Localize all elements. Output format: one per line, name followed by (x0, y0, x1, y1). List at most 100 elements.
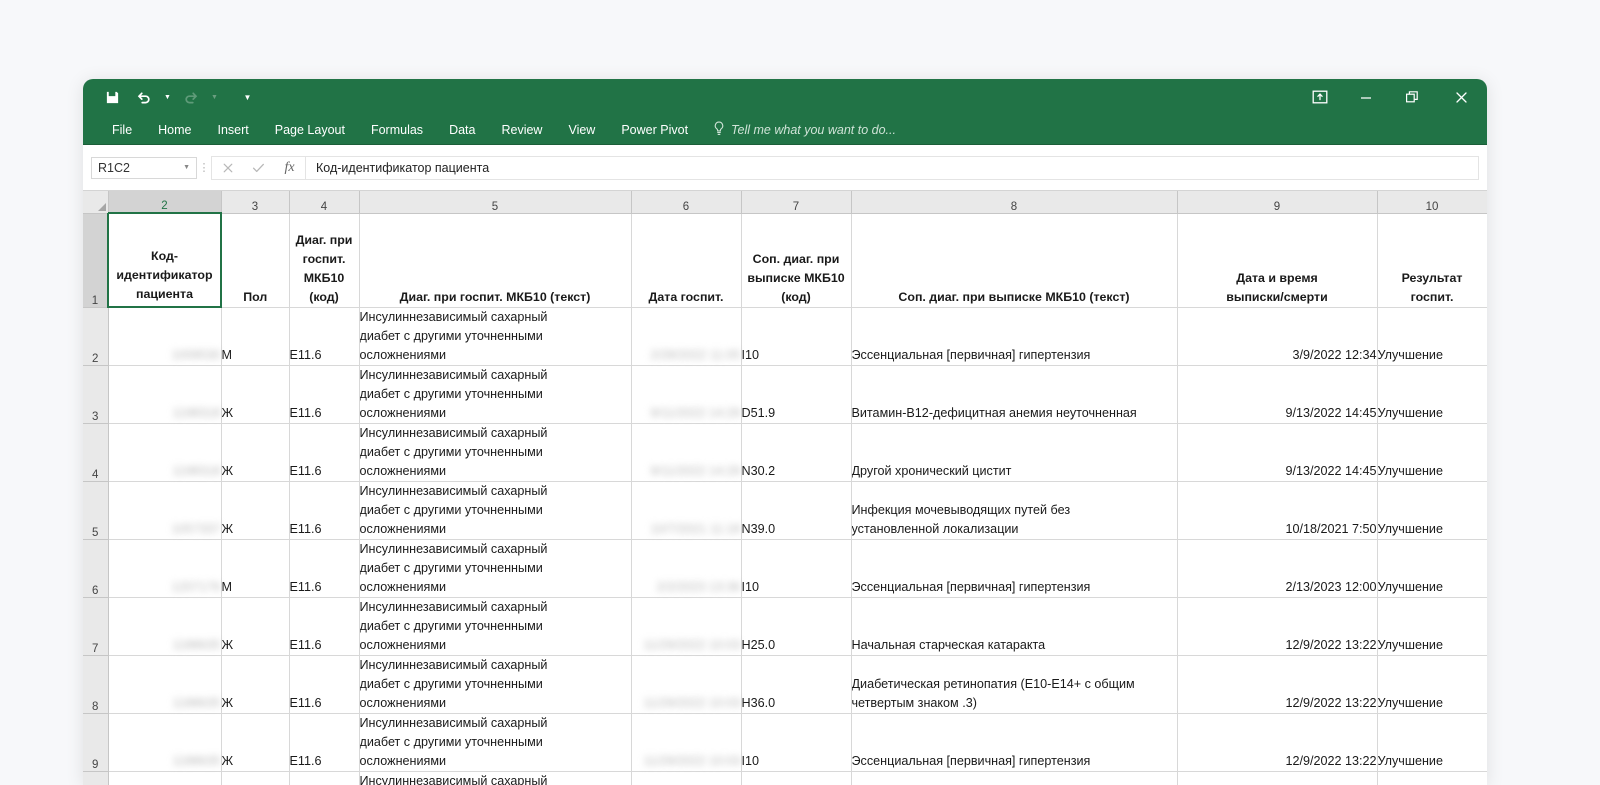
cell-result[interactable]: Улучшение (1377, 481, 1487, 540)
cell-patient-id[interactable]: 1188635 (108, 713, 222, 772)
cell-discharge-date[interactable] (1177, 771, 1378, 785)
column-header-9[interactable]: 9 (1177, 191, 1378, 214)
column-header-7[interactable]: 7 (741, 191, 852, 214)
cell-admission-code[interactable] (289, 771, 360, 785)
cell-admission-code[interactable]: E11.6 (289, 481, 360, 540)
header-cell-result[interactable]: Результат госпит. (1377, 213, 1487, 308)
cell-admission-date[interactable]: 11/29/2022 10:03 (631, 597, 742, 656)
cell-patient-id[interactable]: 1198318 (108, 423, 222, 482)
cell-discharge-code[interactable]: H25.0 (741, 597, 852, 656)
tab-power-pivot[interactable]: Power Pivot (608, 115, 701, 145)
cell-discharge-code[interactable]: I10 (741, 713, 852, 772)
column-header-4[interactable]: 4 (289, 191, 360, 214)
row-header-10[interactable] (83, 771, 109, 785)
cell-admission-date[interactable]: 11/29/2022 10:03 (631, 713, 742, 772)
cell-gender[interactable]: Ж (221, 655, 290, 714)
cell-discharge-text[interactable]: Начальная старческая катаракта (851, 597, 1178, 656)
cell-gender[interactable]: Ж (221, 365, 290, 424)
cell-discharge-date[interactable]: 12/9/2022 13:22 (1177, 655, 1378, 714)
cell-patient-id[interactable]: 1188635 (108, 597, 222, 656)
select-all-corner[interactable] (83, 191, 109, 214)
column-header-10[interactable]: 10 (1377, 191, 1487, 214)
cell-discharge-date[interactable]: 9/13/2022 14:45 (1177, 365, 1378, 424)
cell-admission-date[interactable]: 2/28/2022 11:05 (631, 307, 742, 366)
tab-file[interactable]: File (99, 115, 145, 145)
row-header-2[interactable]: 2 (83, 307, 109, 366)
close-button[interactable] (1435, 79, 1487, 115)
cell-admission-date[interactable] (631, 771, 742, 785)
header-cell-admission-date[interactable]: Дата госпит. (631, 213, 742, 308)
formula-input[interactable]: Код-идентификатор пациента (305, 155, 1479, 180)
cell-admission-code[interactable]: E11.6 (289, 539, 360, 598)
tab-view[interactable]: View (555, 115, 608, 145)
enter-icon[interactable] (243, 157, 274, 179)
cell-admission-text[interactable]: Инсулиннезависимый сахарный диабет с дру… (359, 655, 632, 714)
cell-admission-text[interactable]: Инсулиннезависимый сахарный диабет с дру… (359, 713, 632, 772)
cell-result[interactable]: Улучшение (1377, 539, 1487, 598)
cell-discharge-date[interactable]: 9/13/2022 14:45 (1177, 423, 1378, 482)
cell-patient-id[interactable]: 1009530 (108, 307, 222, 366)
header-cell-patient-id[interactable]: Код- идентификатор пациента (107, 212, 222, 308)
tell-me-box[interactable]: Tell me what you want to do... (713, 121, 896, 139)
cell-discharge-text[interactable]: Эссенциальная [первичная] гипертензия (851, 307, 1178, 366)
cell-admission-code[interactable]: E11.6 (289, 423, 360, 482)
tab-formulas[interactable]: Formulas (358, 115, 436, 145)
name-box[interactable]: R1C2 ▼ (91, 156, 197, 179)
cancel-icon[interactable] (212, 157, 243, 179)
name-box-dropdown-icon[interactable]: ▼ (183, 164, 190, 171)
row-header-1[interactable]: 1 (83, 213, 109, 308)
cell-admission-text[interactable]: Инсулиннезависимый сахарный диабет с дру… (359, 539, 632, 598)
cell-result[interactable]: Улучшение (1377, 307, 1487, 366)
redo-dropdown-icon[interactable]: ▼ (208, 82, 221, 112)
cell-result[interactable]: Улучшение (1377, 423, 1487, 482)
header-cell-gender[interactable]: Пол (221, 213, 290, 308)
cell-admission-date[interactable]: 10/7/2021 11:18 (631, 481, 742, 540)
redo-icon[interactable] (176, 82, 206, 112)
cell-admission-code[interactable]: E11.6 (289, 597, 360, 656)
cell-patient-id[interactable]: 1207176 (108, 539, 222, 598)
cell-discharge-text[interactable] (851, 771, 1178, 785)
column-header-5[interactable]: 5 (359, 191, 632, 214)
cell-admission-code[interactable]: E11.6 (289, 307, 360, 366)
column-header-3[interactable]: 3 (221, 191, 290, 214)
cell-gender[interactable] (221, 771, 290, 785)
header-cell-discharge-text[interactable]: Соп. диаг. при выписке МКБ10 (текст) (851, 213, 1178, 308)
tab-insert[interactable]: Insert (205, 115, 262, 145)
cell-discharge-date[interactable]: 12/9/2022 13:22 (1177, 713, 1378, 772)
cell-patient-id[interactable]: 1188635 (108, 655, 222, 714)
ribbon-display-options-icon[interactable] (1297, 79, 1343, 115)
cell-admission-text[interactable]: Инсулиннезависимый сахарный диабет с дру… (359, 423, 632, 482)
cell-gender[interactable]: М (221, 307, 290, 366)
cell-discharge-code[interactable]: N39.0 (741, 481, 852, 540)
cell-admission-code[interactable]: E11.6 (289, 365, 360, 424)
restore-button[interactable] (1389, 79, 1435, 115)
cell-patient-id[interactable] (108, 771, 222, 785)
cell-gender[interactable]: Ж (221, 713, 290, 772)
cell-discharge-code[interactable]: I10 (741, 539, 852, 598)
cell-discharge-text[interactable]: Диабетическая ретинопатия (E10-E14+ с об… (851, 655, 1178, 714)
tab-data[interactable]: Data (436, 115, 488, 145)
cell-admission-text[interactable]: Инсулиннезависимый сахарный диабет с дру… (359, 365, 632, 424)
tab-page-layout[interactable]: Page Layout (262, 115, 358, 145)
cell-discharge-date[interactable]: 2/13/2023 12:00 (1177, 539, 1378, 598)
row-header-4[interactable]: 4 (83, 423, 109, 482)
cell-result[interactable]: Улучшение (1377, 655, 1487, 714)
cell-result[interactable] (1377, 771, 1487, 785)
cell-discharge-code[interactable] (741, 771, 852, 785)
cell-discharge-text[interactable]: Другой хронический цистит (851, 423, 1178, 482)
cell-gender[interactable]: Ж (221, 423, 290, 482)
cell-result[interactable]: Улучшение (1377, 713, 1487, 772)
header-cell-admission-code[interactable]: Диаг. при госпит. МКБ10 (код) (289, 213, 360, 308)
cell-admission-date[interactable]: 9/11/2022 14:29 (631, 365, 742, 424)
cell-discharge-date[interactable]: 10/18/2021 7:50 (1177, 481, 1378, 540)
minimize-button[interactable] (1343, 79, 1389, 115)
cell-admission-code[interactable]: E11.6 (289, 655, 360, 714)
save-icon[interactable] (97, 82, 127, 112)
cell-gender[interactable]: Ж (221, 481, 290, 540)
cell-admission-date[interactable]: 9/11/2022 14:29 (631, 423, 742, 482)
cell-admission-date[interactable]: 11/29/2022 10:03 (631, 655, 742, 714)
cell-result[interactable]: Улучшение (1377, 597, 1487, 656)
cell-admission-text[interactable]: Инсулиннезависимый сахарный (359, 771, 632, 785)
cell-admission-text[interactable]: Инсулиннезависимый сахарный диабет с дру… (359, 597, 632, 656)
cell-discharge-text[interactable]: Эссенциальная [первичная] гипертензия (851, 713, 1178, 772)
